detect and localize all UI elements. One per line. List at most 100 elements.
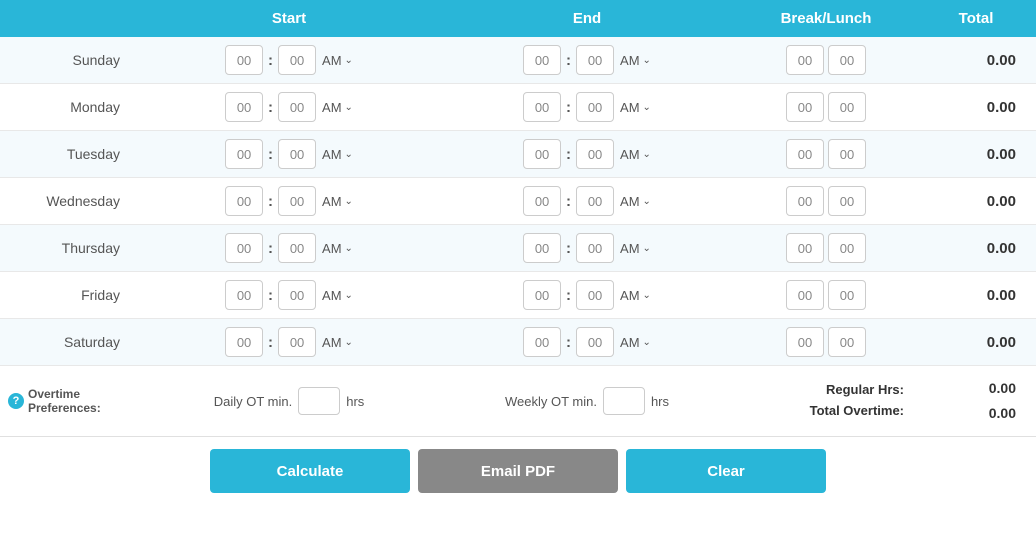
end-ampm-chevron[interactable]: ⌄ [643, 102, 651, 113]
start-hour-input[interactable] [225, 186, 263, 216]
day-total: 0.00 [916, 146, 1036, 163]
day-label: Friday [0, 287, 140, 303]
end-hour-input[interactable] [523, 92, 561, 122]
start-hour-input[interactable] [225, 139, 263, 169]
break-minute-input[interactable] [828, 92, 866, 122]
break-minute-input[interactable] [828, 139, 866, 169]
end-hour-input[interactable] [523, 327, 561, 357]
ot-weekly-group: Weekly OT min. hrs [438, 387, 736, 415]
ot-summary: Regular Hrs: Total Overtime: [736, 380, 916, 422]
break-hour-input[interactable] [786, 327, 824, 357]
end-minute-input[interactable] [576, 280, 614, 310]
weekly-ot-input[interactable] [603, 387, 645, 415]
table-row: Thursday : AM ⌄ : AM ⌄ [0, 225, 1036, 272]
break-minute-input[interactable] [828, 280, 866, 310]
end-ampm-chevron[interactable]: ⌄ [643, 243, 651, 254]
start-hour-input[interactable] [225, 327, 263, 357]
start-minute-input[interactable] [278, 45, 316, 75]
break-minute-input[interactable] [828, 45, 866, 75]
end-time-group: : AM ⌄ [438, 280, 736, 310]
start-time-group: : AM ⌄ [140, 233, 438, 263]
header-total: Total [916, 10, 1036, 27]
start-ampm-chevron[interactable]: ⌄ [345, 196, 353, 207]
daily-ot-label: Daily OT min. [214, 394, 293, 409]
break-minute-input[interactable] [828, 233, 866, 263]
day-label: Sunday [0, 52, 140, 68]
daily-ot-unit: hrs [346, 394, 364, 409]
start-ampm-chevron[interactable]: ⌄ [345, 102, 353, 113]
break-hour-input[interactable] [786, 186, 824, 216]
end-minute-input[interactable] [576, 45, 614, 75]
break-hour-input[interactable] [786, 92, 824, 122]
start-ampm-chevron[interactable]: ⌄ [345, 243, 353, 254]
start-minute-input[interactable] [278, 327, 316, 357]
email-pdf-button[interactable]: Email PDF [418, 449, 618, 493]
calculate-button[interactable]: Calculate [210, 449, 410, 493]
start-ampm-wrapper: AM ⌄ [320, 100, 353, 115]
end-ampm-chevron[interactable]: ⌄ [643, 337, 651, 348]
ot-preferences-row: ? Overtime Preferences: Daily OT min. hr… [0, 366, 1036, 436]
end-minute-input[interactable] [576, 92, 614, 122]
time-separator: : [566, 287, 571, 304]
end-minute-input[interactable] [576, 327, 614, 357]
break-group [736, 92, 916, 122]
end-minute-input[interactable] [576, 139, 614, 169]
end-ampm-wrapper: AM ⌄ [618, 147, 651, 162]
end-ampm-chevron[interactable]: ⌄ [643, 290, 651, 301]
end-minute-input[interactable] [576, 186, 614, 216]
break-hour-input[interactable] [786, 139, 824, 169]
start-minute-input[interactable] [278, 186, 316, 216]
help-icon[interactable]: ? [8, 393, 24, 409]
end-hour-input[interactable] [523, 45, 561, 75]
end-ampm-wrapper: AM ⌄ [618, 53, 651, 68]
start-hour-input[interactable] [225, 280, 263, 310]
end-hour-input[interactable] [523, 186, 561, 216]
break-group [736, 233, 916, 263]
break-hour-input[interactable] [786, 280, 824, 310]
start-minute-input[interactable] [278, 233, 316, 263]
start-ampm-chevron[interactable]: ⌄ [345, 290, 353, 301]
time-separator: : [566, 146, 571, 163]
time-separator: : [566, 99, 571, 116]
end-ampm-chevron[interactable]: ⌄ [643, 196, 651, 207]
start-ampm-chevron[interactable]: ⌄ [345, 55, 353, 66]
start-ampm-label: AM [322, 288, 342, 303]
start-ampm-chevron[interactable]: ⌄ [345, 149, 353, 160]
end-time-group: : AM ⌄ [438, 139, 736, 169]
clear-button[interactable]: Clear [626, 449, 826, 493]
start-minute-input[interactable] [278, 280, 316, 310]
start-ampm-label: AM [322, 241, 342, 256]
start-ampm-wrapper: AM ⌄ [320, 335, 353, 350]
end-time-group: : AM ⌄ [438, 92, 736, 122]
regular-hrs-value: 0.00 [916, 376, 1016, 401]
break-group [736, 139, 916, 169]
end-ampm-label: AM [620, 100, 640, 115]
start-minute-input[interactable] [278, 139, 316, 169]
end-hour-input[interactable] [523, 280, 561, 310]
end-ampm-wrapper: AM ⌄ [618, 194, 651, 209]
end-ampm-chevron[interactable]: ⌄ [643, 149, 651, 160]
start-hour-input[interactable] [225, 92, 263, 122]
day-label: Tuesday [0, 146, 140, 162]
end-minute-input[interactable] [576, 233, 614, 263]
break-hour-input[interactable] [786, 233, 824, 263]
header-day [0, 10, 140, 27]
start-hour-input[interactable] [225, 233, 263, 263]
end-hour-input[interactable] [523, 139, 561, 169]
end-hour-input[interactable] [523, 233, 561, 263]
total-ot-label: Total Overtime: [736, 401, 904, 422]
header-start: Start [140, 10, 438, 27]
end-ampm-chevron[interactable]: ⌄ [643, 55, 651, 66]
start-minute-input[interactable] [278, 92, 316, 122]
break-minute-input[interactable] [828, 327, 866, 357]
table-row: Wednesday : AM ⌄ : AM ⌄ [0, 178, 1036, 225]
break-minute-input[interactable] [828, 186, 866, 216]
start-hour-input[interactable] [225, 45, 263, 75]
table-row: Tuesday : AM ⌄ : AM ⌄ [0, 131, 1036, 178]
end-time-group: : AM ⌄ [438, 45, 736, 75]
daily-ot-input[interactable] [298, 387, 340, 415]
start-ampm-chevron[interactable]: ⌄ [345, 337, 353, 348]
day-total: 0.00 [916, 52, 1036, 69]
break-hour-input[interactable] [786, 45, 824, 75]
header-end: End [438, 10, 736, 27]
